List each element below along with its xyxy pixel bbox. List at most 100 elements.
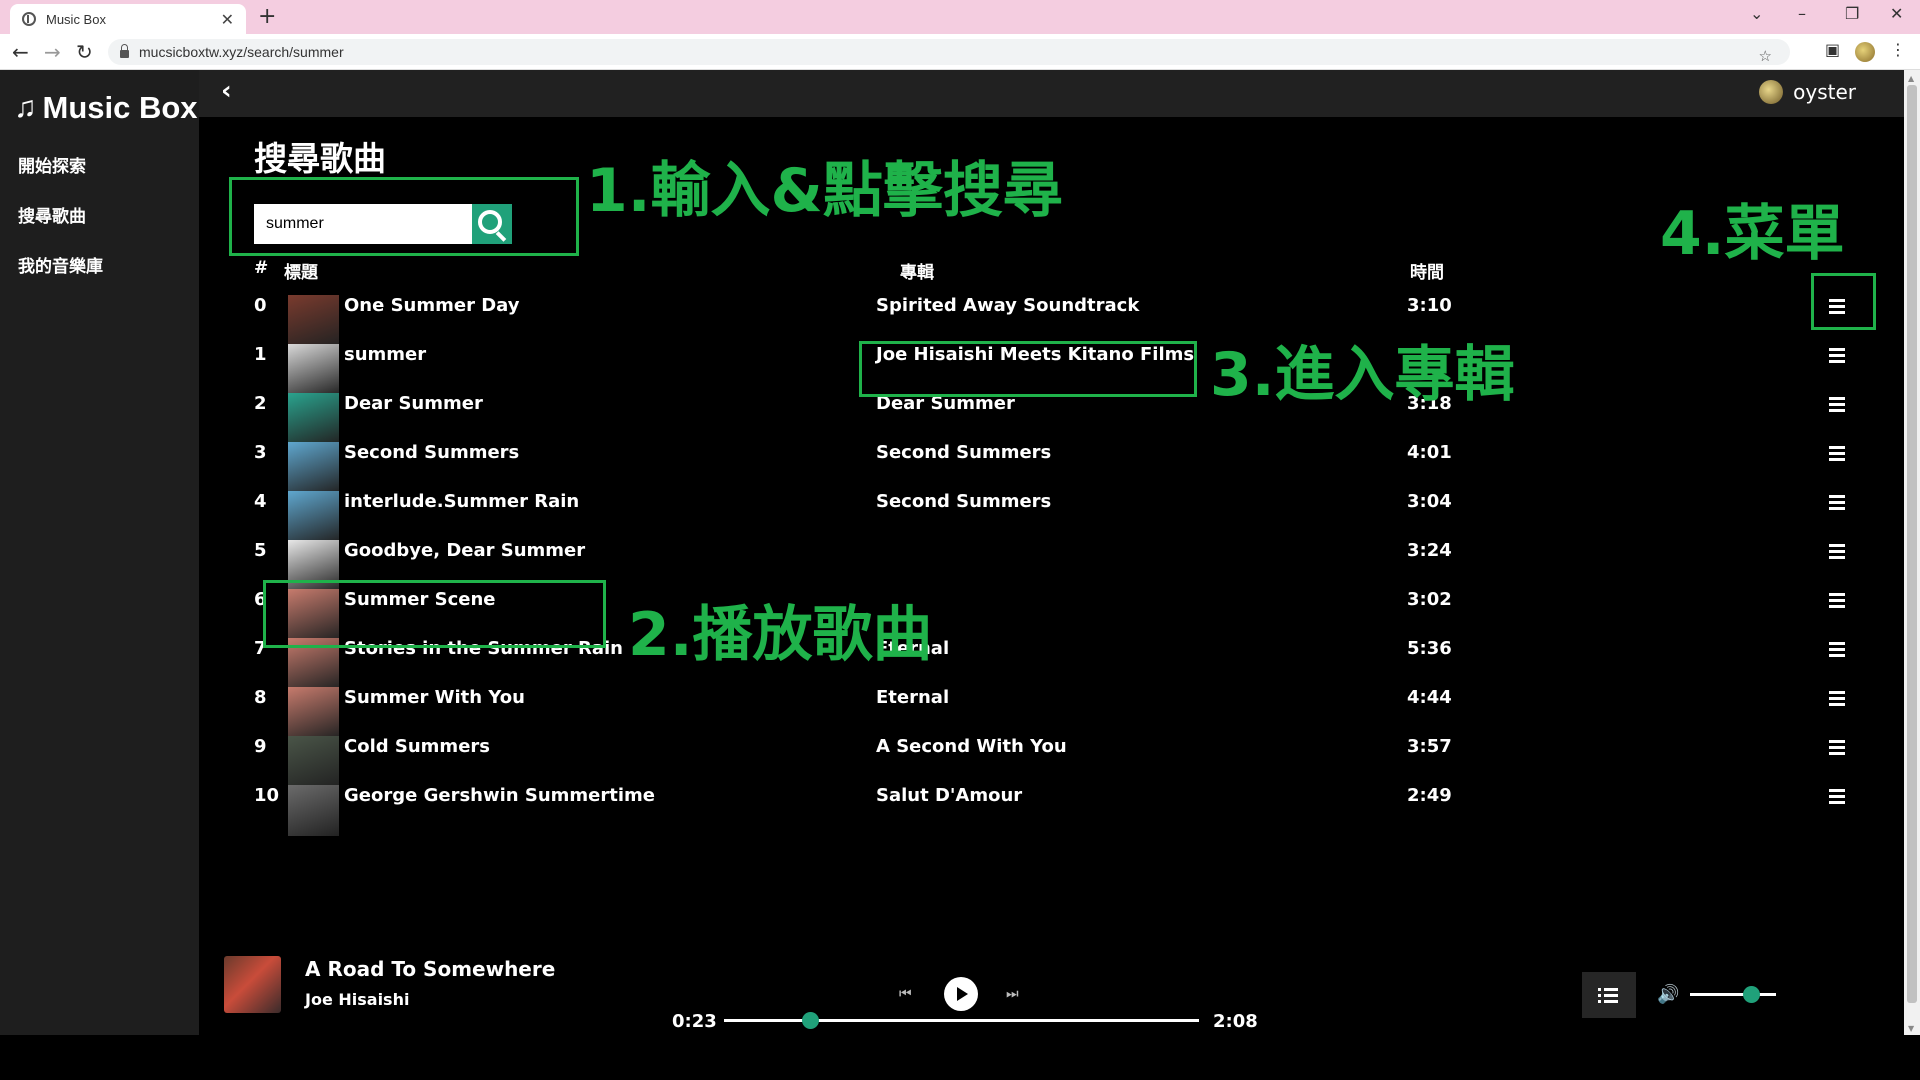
tab-close-icon[interactable]: ✕ <box>221 10 234 29</box>
total-time: 2:08 <box>1213 1011 1258 1032</box>
song-album[interactable]: Spirited Away Soundtrack <box>876 295 1139 316</box>
song-index: 8 <box>254 687 267 708</box>
minimize-icon[interactable]: – <box>1798 4 1806 23</box>
song-duration: 4:01 <box>1407 442 1452 463</box>
chevron-left-icon[interactable]: ‹ <box>221 76 232 106</box>
hamburger-menu-icon[interactable] <box>1829 446 1849 462</box>
lock-icon <box>120 44 129 58</box>
song-duration: 3:04 <box>1407 491 1452 512</box>
song-index: 0 <box>254 295 267 316</box>
sidebar-item-library[interactable]: 我的音樂庫 <box>18 252 103 277</box>
song-index: 10 <box>254 785 280 806</box>
new-tab-button[interactable]: + <box>258 4 276 29</box>
hamburger-menu-icon[interactable] <box>1829 691 1849 707</box>
sidebar-item-explore[interactable]: 開始探索 <box>18 152 86 177</box>
volume-knob[interactable] <box>1743 986 1761 1003</box>
song-duration: 3:10 <box>1407 295 1452 316</box>
song-index: 3 <box>254 442 267 463</box>
scrollbar-thumb[interactable] <box>1907 85 1917 1003</box>
browser-profile-avatar[interactable] <box>1855 42 1875 62</box>
username: oyster <box>1793 80 1856 104</box>
song-cover[interactable] <box>288 785 339 836</box>
song-title[interactable]: One Summer Day <box>344 295 520 316</box>
song-duration: 3:57 <box>1407 736 1452 757</box>
song-duration: 5:36 <box>1407 638 1452 659</box>
song-duration: 2:49 <box>1407 785 1452 806</box>
now-playing-cover <box>224 956 281 1013</box>
restore-icon[interactable]: ❐ <box>1845 4 1859 23</box>
reload-icon[interactable]: ↻ <box>76 40 93 64</box>
scroll-up-arrow-icon[interactable]: ▲ <box>1908 74 1914 83</box>
annotation-search-label: 1.輸入&點擊搜尋 <box>586 156 1063 226</box>
song-title[interactable]: Summer With You <box>344 687 525 708</box>
hamburger-menu-icon[interactable] <box>1829 593 1849 609</box>
sidebar-item-search[interactable]: 搜尋歌曲 <box>18 202 86 227</box>
globe-icon <box>22 12 36 26</box>
song-title[interactable]: George Gershwin Summertime <box>344 785 655 806</box>
song-index: 5 <box>254 540 267 561</box>
browser-back-icon[interactable]: ← <box>12 40 29 64</box>
now-playing-artist: Joe Hisaishi <box>305 990 410 1009</box>
song-index: 9 <box>254 736 267 757</box>
browser-menu-icon[interactable]: ⋮ <box>1890 40 1906 59</box>
app-logo[interactable]: ♫ Music Box <box>14 90 198 126</box>
progress-bar[interactable] <box>724 1012 1199 1029</box>
annotation-menu-label: 4.菜單 <box>1660 199 1845 269</box>
song-title[interactable]: Second Summers <box>344 442 519 463</box>
hamburger-menu-icon[interactable] <box>1829 397 1849 413</box>
queue-list-line <box>1598 998 1636 1004</box>
hamburger-menu-icon[interactable] <box>1829 544 1849 560</box>
avatar <box>1759 80 1784 104</box>
song-row[interactable]: 10 George Gershwin Summertime Salut D'Amou… <box>0 779 1880 839</box>
bookmark-star-icon[interactable]: ☆ <box>1759 47 1772 65</box>
song-title[interactable]: Cold Summers <box>344 736 490 757</box>
song-album[interactable]: Second Summers <box>876 442 1051 463</box>
top-bar: ‹ oyster <box>199 70 1904 117</box>
skip-previous-icon[interactable]: ⏮ <box>899 986 912 1002</box>
hamburger-menu-icon[interactable] <box>1829 642 1849 658</box>
song-album[interactable]: A Second With You <box>876 736 1067 757</box>
annotation-album-label: 3.進入專輯 <box>1210 340 1515 410</box>
song-title[interactable]: Goodbye, Dear Summer <box>344 540 585 561</box>
play-icon <box>957 987 968 1001</box>
hamburger-menu-icon[interactable] <box>1829 348 1849 364</box>
browser-forward-icon[interactable]: → <box>44 40 61 64</box>
window-close-icon[interactable]: ✕ <box>1890 4 1903 23</box>
music-note-icon: ♫ <box>14 91 37 124</box>
annotation-box-album <box>859 341 1197 397</box>
song-album[interactable]: Second Summers <box>876 491 1051 512</box>
tab-search-chevron-icon[interactable]: ⌄ <box>1750 4 1763 23</box>
header-title: 標題 <box>284 263 318 283</box>
play-button[interactable] <box>944 977 978 1011</box>
song-album[interactable]: Salut D'Amour <box>876 785 1022 806</box>
hamburger-menu-icon[interactable] <box>1829 740 1849 756</box>
browser-tab-bar: Music Box ✕ + ⌄ – ❐ ✕ <box>0 0 1920 34</box>
now-playing-title: A Road To Somewhere <box>305 957 556 981</box>
browser-toolbar: ← → ↻ mucsicboxtw.xyz/search/summer ☆ ▣ … <box>0 34 1920 70</box>
song-title[interactable]: summer <box>344 344 426 365</box>
volume-slider[interactable] <box>1690 986 1776 1003</box>
header-time: 時間 <box>1410 263 1444 283</box>
user-menu[interactable]: oyster <box>1759 80 1856 104</box>
hamburger-menu-icon[interactable] <box>1829 789 1849 805</box>
scroll-down-arrow-icon[interactable]: ▼ <box>1908 1024 1914 1033</box>
music-box-app: ♫ Music Box 開始探索 搜尋歌曲 我的音樂庫 ‹ oyster 搜尋歌… <box>0 70 1904 1035</box>
browser-tab[interactable]: Music Box ✕ <box>10 4 246 34</box>
header-index: # <box>254 258 269 278</box>
header-album: 專輯 <box>900 263 934 283</box>
song-title[interactable]: interlude.Summer Rain <box>344 491 579 512</box>
tab-title: Music Box <box>46 11 106 27</box>
annotation-box-play <box>263 580 606 648</box>
page-title: 搜尋歌曲 <box>254 139 386 178</box>
skip-next-icon[interactable]: ⏭ <box>1006 986 1019 1002</box>
queue-button[interactable] <box>1582 972 1636 1018</box>
progress-knob[interactable] <box>801 1012 819 1029</box>
side-panel-icon[interactable]: ▣ <box>1825 40 1840 59</box>
hamburger-menu-icon[interactable] <box>1829 495 1849 511</box>
song-album[interactable]: Eternal <box>876 687 949 708</box>
annotation-play-label: 2.播放歌曲 <box>628 600 933 670</box>
address-bar[interactable]: mucsicboxtw.xyz/search/summer ☆ <box>108 39 1790 65</box>
song-title[interactable]: Dear Summer <box>344 393 483 414</box>
annotation-box-search <box>229 177 579 256</box>
volume-icon[interactable]: 🔊 <box>1657 984 1679 1005</box>
